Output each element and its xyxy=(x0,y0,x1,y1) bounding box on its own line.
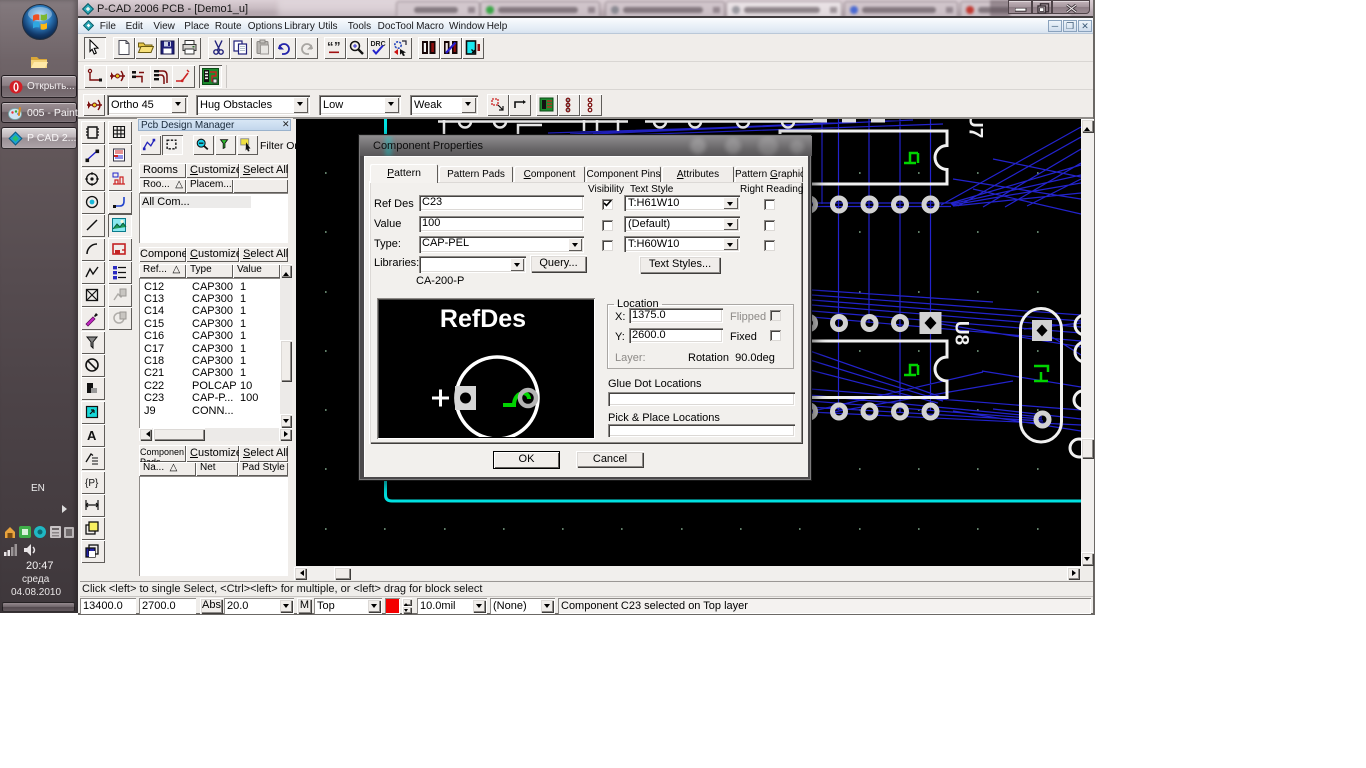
svg-text:U7: U7 xyxy=(965,119,986,138)
svg-text:A: A xyxy=(87,428,97,443)
svg-text:DRC: DRC xyxy=(371,41,386,48)
svg-text:{P}: {P} xyxy=(85,478,99,489)
svg-text:RefDes: RefDes xyxy=(440,305,526,333)
svg-text:U8: U8 xyxy=(951,321,972,345)
